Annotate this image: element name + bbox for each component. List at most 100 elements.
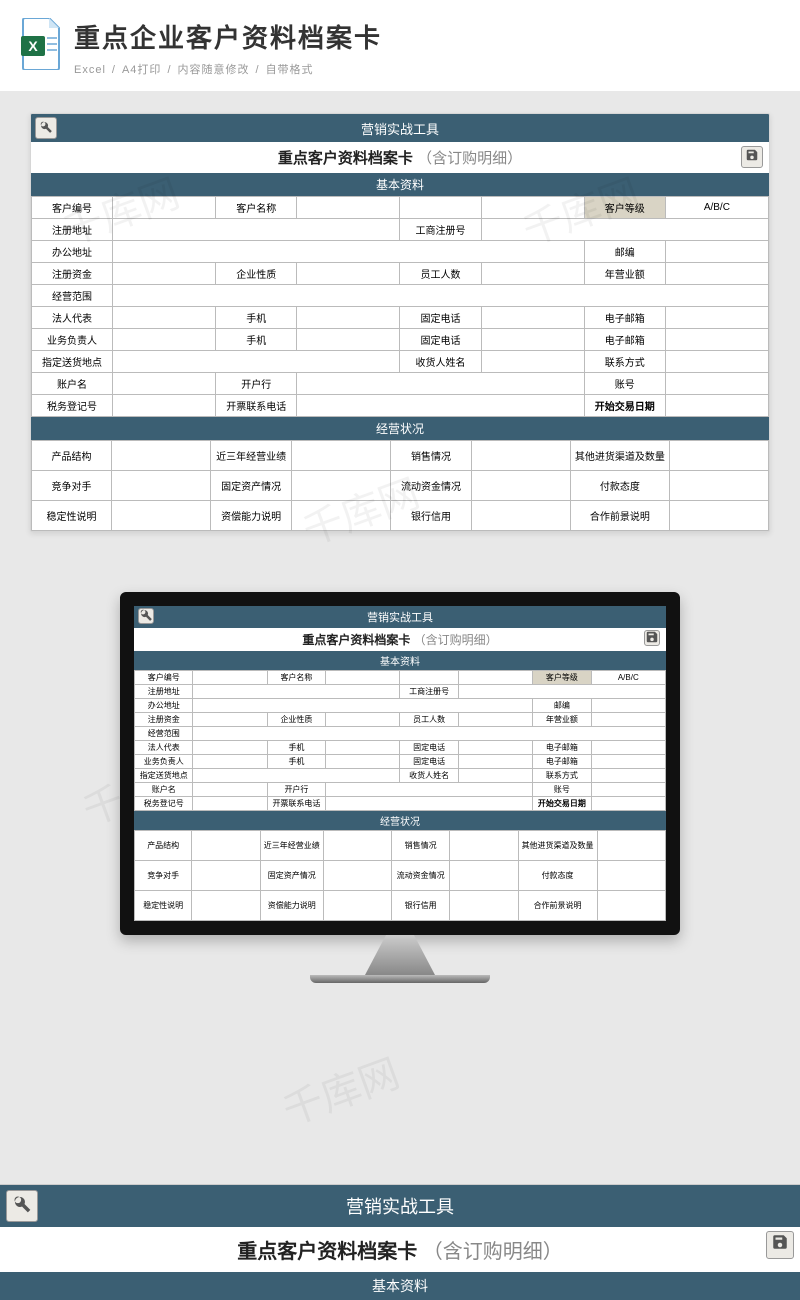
field-recent3[interactable] [323,831,391,861]
monitor-mockup: 营销实战工具 重点客户资料档案卡 （含订购明细） 基本资料 客户编号 客户名称 … [120,592,680,983]
field-account-name[interactable] [113,373,216,395]
label-customer-name: 客户名称 [267,671,325,685]
field-business-scope[interactable] [113,285,769,307]
field-receiver-name[interactable] [458,769,532,783]
field-legal-mobile[interactable] [326,741,400,755]
field-office-addr[interactable] [113,241,585,263]
field-legal-phone[interactable] [481,307,584,329]
settings-button[interactable] [138,608,154,624]
field-reg-capital[interactable] [193,713,267,727]
field-customer-no[interactable] [193,671,267,685]
field-reg-addr[interactable] [193,685,400,699]
field-competitors[interactable] [192,861,260,891]
label-office-addr: 办公地址 [135,699,193,713]
business-status-table: 产品结构 近三年经营业绩 销售情况 其他进货渠道及数量 竞争对手 固定资产情况 … [134,830,666,921]
field-delivery-addr[interactable] [113,351,400,373]
field-legal-email[interactable] [665,307,768,329]
field-invoice-contact[interactable] [326,797,533,811]
field-fixed-assets[interactable] [292,471,391,501]
field-customer-name[interactable] [326,671,400,685]
field-contact-method[interactable] [665,351,768,373]
field-payment-attitude[interactable] [669,471,768,501]
label-business-scope: 经营范围 [135,727,193,741]
save-button[interactable] [766,1231,794,1259]
field-tax-reg-no[interactable] [113,395,216,417]
field-owner-mobile[interactable] [297,329,400,351]
field-employee-count[interactable] [458,713,532,727]
field-account-no[interactable] [665,373,768,395]
field-employee-count[interactable] [481,263,584,285]
field-legal-rep[interactable] [193,741,267,755]
field-bank-credit[interactable] [471,501,570,531]
field-legal-email[interactable] [591,741,665,755]
field-recent3[interactable] [292,441,391,471]
field-owner-phone[interactable] [481,329,584,351]
field-legal-phone[interactable] [458,741,532,755]
field-stability[interactable] [112,501,211,531]
field-biz-reg-no[interactable] [481,219,768,241]
field-bank-credit[interactable] [450,891,518,921]
field-liquid-assets[interactable] [450,861,518,891]
field-customer-name[interactable] [297,197,400,219]
field-coop-prospect[interactable] [597,891,665,921]
field-stability[interactable] [192,891,260,921]
label-mobile-1: 手机 [216,307,297,329]
field-enterprise-nature[interactable] [297,263,400,285]
field-trade-start-date[interactable] [591,797,665,811]
field-fixed-assets[interactable] [323,861,391,891]
field-coop-prospect[interactable] [669,501,768,531]
field-account-name[interactable] [193,783,267,797]
field-customer-level[interactable]: A/B/C [591,671,665,685]
field-bank[interactable] [326,783,533,797]
field-postcode[interactable] [591,699,665,713]
field-product-structure[interactable] [192,831,260,861]
field-competitors[interactable] [112,471,211,501]
label-recent3: 近三年经营业绩 [260,831,323,861]
label-payment-attitude: 付款态度 [518,861,597,891]
field-legal-mobile[interactable] [297,307,400,329]
field-customer-no[interactable] [113,197,216,219]
field-reg-capital[interactable] [113,263,216,285]
field-office-addr[interactable] [193,699,533,713]
label-stability: 稳定性说明 [32,501,112,531]
field-liquid-assets[interactable] [471,471,570,501]
field-invoice-contact[interactable] [297,395,584,417]
field-reg-addr[interactable] [113,219,400,241]
field-postcode[interactable] [665,241,768,263]
field-tax-reg-no[interactable] [193,797,267,811]
field-owner-email[interactable] [591,755,665,769]
settings-button[interactable] [35,117,57,139]
field-owner-email[interactable] [665,329,768,351]
field-owner-mobile[interactable] [326,755,400,769]
field-sales-status[interactable] [471,441,570,471]
field-biz-owner[interactable] [193,755,267,769]
field-sales-status[interactable] [450,831,518,861]
field-biz-reg-no[interactable] [458,685,665,699]
field-business-scope[interactable] [193,727,666,741]
field-debt-capacity[interactable] [292,501,391,531]
field-other-channels[interactable] [669,441,768,471]
field-delivery-addr[interactable] [193,769,400,783]
field-trade-start-date[interactable] [665,395,768,417]
field-bank[interactable] [297,373,584,395]
field-receiver-name[interactable] [481,351,584,373]
field-biz-owner[interactable] [113,329,216,351]
field-account-no[interactable] [591,783,665,797]
field-annual-turnover[interactable] [665,263,768,285]
sheet-toolbar: 营销实战工具 [134,606,666,628]
field-owner-phone[interactable] [458,755,532,769]
save-button[interactable] [741,146,763,168]
field-debt-capacity[interactable] [323,891,391,921]
field-annual-turnover[interactable] [591,713,665,727]
field-legal-rep[interactable] [113,307,216,329]
field-customer-level[interactable]: A/B/C [665,197,768,219]
field-contact-method[interactable] [591,769,665,783]
save-button[interactable] [644,630,660,646]
basic-info-table: 客户编号 客户名称 客户等级 A/B/C 注册地址 工商注册号 办公地址 邮编 … [31,196,769,417]
field-payment-attitude[interactable] [597,861,665,891]
field-enterprise-nature[interactable] [326,713,400,727]
field-product-structure[interactable] [112,441,211,471]
field-other-channels[interactable] [597,831,665,861]
enlarged-preview-strip: 营销实战工具 重点客户资料档案卡 （含订购明细） 基本资料 [0,1184,800,1300]
settings-button[interactable] [6,1190,38,1222]
